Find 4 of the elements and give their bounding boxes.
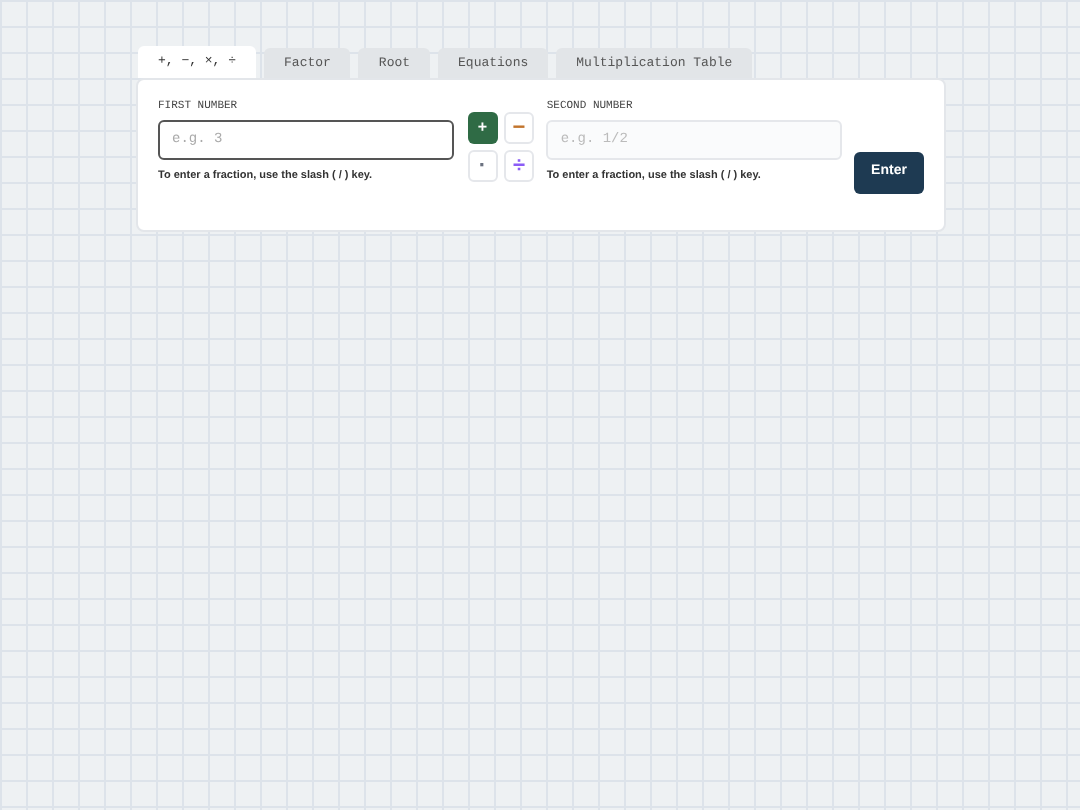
operator-button[interactable]: ÷	[504, 150, 534, 182]
operator-button[interactable]: −	[504, 112, 534, 144]
operator-button[interactable]: ·	[467, 150, 498, 182]
operator-button[interactable]: +	[467, 112, 498, 144]
